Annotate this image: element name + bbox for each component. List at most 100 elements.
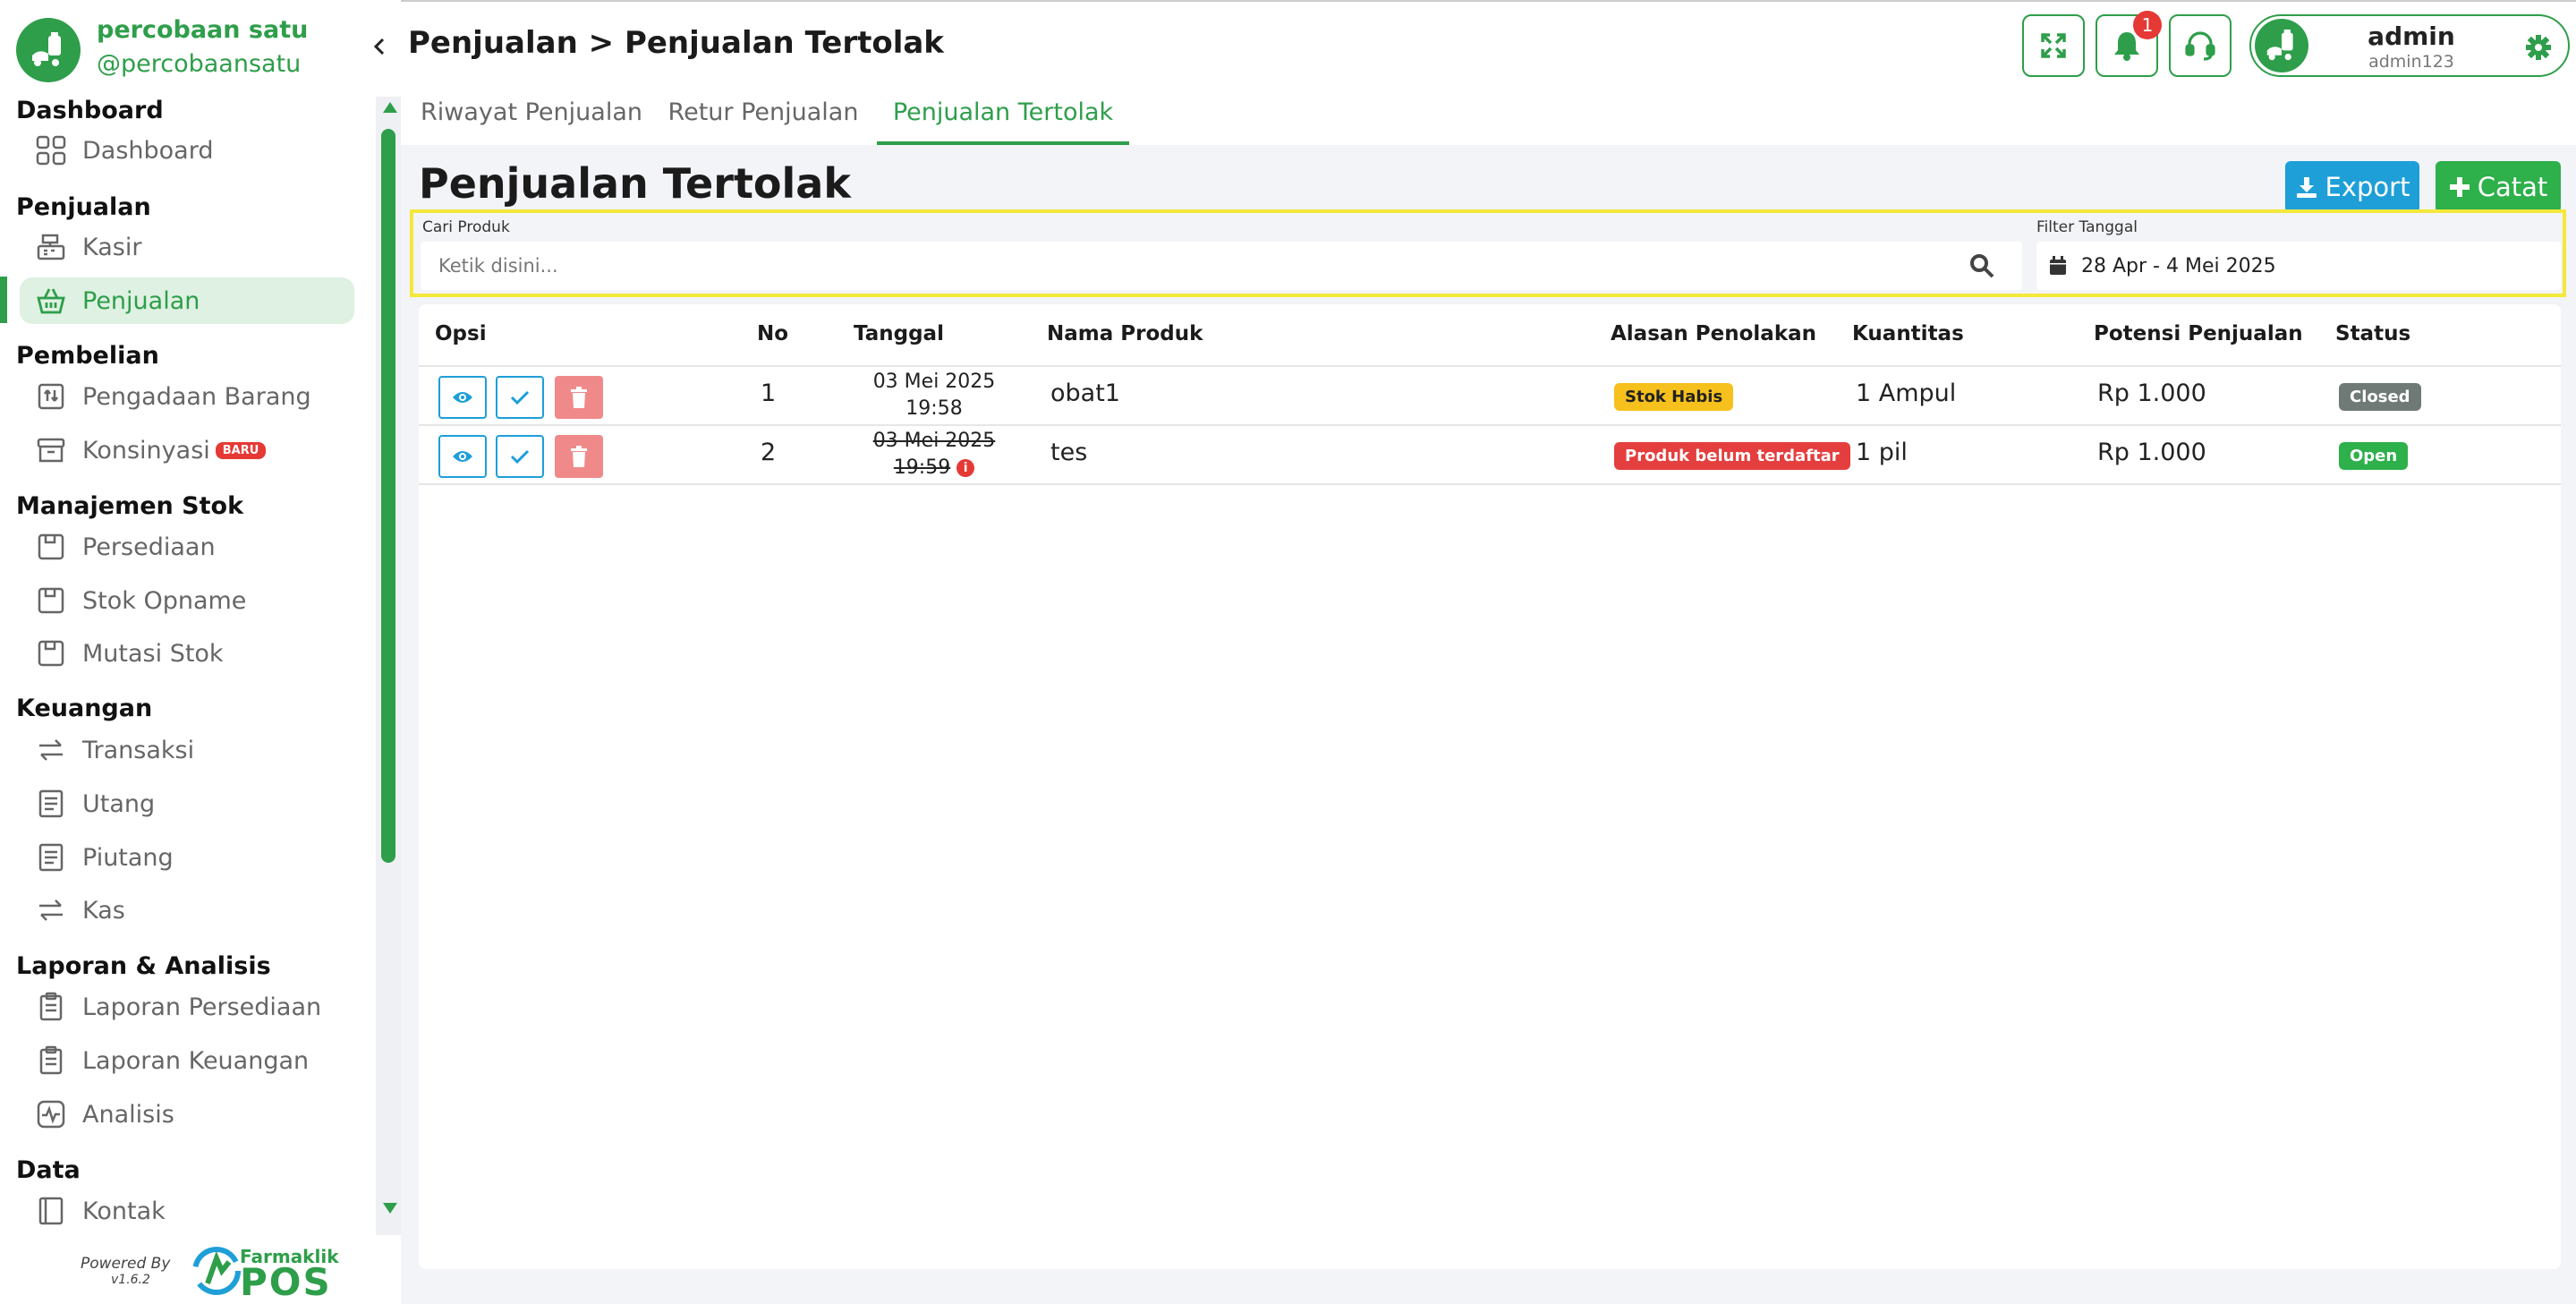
active-indicator [0, 277, 7, 323]
section-penjualan: Penjualan [16, 193, 151, 221]
sidebar-item-label: Laporan Persediaan [82, 993, 322, 1021]
cell-time: 19:58 [905, 397, 963, 420]
cell-tanggal: 03 Mei 2025 19:59 i [845, 428, 1024, 482]
search-label: Cari Produk [422, 218, 510, 236]
date-range-value: 28 Apr - 4 Mei 2025 [2081, 254, 2276, 277]
search-input[interactable] [421, 242, 1942, 290]
scrollbar-thumb[interactable] [381, 129, 395, 863]
column-header-nama-produk: Nama Produk [1047, 322, 1203, 345]
scroll-down-icon[interactable] [383, 1203, 397, 1214]
profile-name: admin [2368, 21, 2455, 51]
sidebar-item-label: Piutang [82, 843, 174, 872]
sidebar-item-kasir[interactable]: Kasir [20, 224, 354, 270]
sidebar-item-kas[interactable]: Kas [20, 887, 354, 933]
scroll-up-icon[interactable] [383, 102, 397, 113]
sidebar-item-label: Kontak [82, 1197, 166, 1225]
approve-button[interactable] [496, 376, 544, 419]
gear-icon[interactable] [2525, 34, 2552, 61]
approve-button[interactable] [496, 435, 544, 478]
section-keuangan: Keuangan [16, 695, 153, 722]
tab-penjualan-tertolak[interactable]: Penjualan Tertolak [877, 98, 1129, 145]
cell-nama-produk: obat1 [1050, 379, 1120, 407]
column-header-status: Status [2335, 322, 2411, 345]
reason-badge: Produk belum terdaftar [1614, 442, 1850, 470]
download-icon [2296, 177, 2317, 198]
date-range-picker[interactable]: 28 Apr - 4 Mei 2025 [2036, 242, 2561, 290]
cell-time: 19:59 [893, 456, 951, 479]
column-header-alasan: Alasan Penolakan [1611, 322, 1817, 345]
delete-button[interactable] [555, 435, 603, 478]
cell-tanggal: 03 Mei 2025 19:58 [845, 369, 1024, 422]
expand-icon [2041, 33, 2066, 58]
activity-icon [34, 1097, 68, 1131]
export-button[interactable]: Export [2285, 161, 2419, 213]
sidebar-item-utang[interactable]: Utang [20, 780, 354, 827]
sidebar-item-laporan-persediaan[interactable]: Laporan Persediaan [20, 984, 354, 1030]
profile-menu[interactable]: admin admin123 [2249, 14, 2570, 77]
eye-icon [453, 451, 472, 462]
cell-kuantitas: 1 Ampul [1856, 379, 1957, 407]
new-badge: BARU [215, 441, 267, 459]
sidebar-item-penjualan[interactable]: Penjualan [20, 277, 354, 324]
sidebar-item-stok-opname[interactable]: Stok Opname [20, 577, 354, 624]
version-label: v1.6.2 [111, 1273, 150, 1287]
reason-badge: Stok Habis [1614, 383, 1734, 411]
contact-book-icon [34, 1194, 68, 1228]
view-button[interactable] [438, 376, 487, 419]
sidebar-item-dashboard[interactable]: Dashboard [20, 127, 354, 174]
export-label: Export [2325, 172, 2410, 202]
sidebar-item-label: Transaksi [82, 736, 195, 764]
filter-panel: Cari Produk Filter Tanggal 28 Apr - 4 Me… [410, 209, 2566, 297]
catat-button[interactable]: Catat [2436, 161, 2561, 213]
notification-count-badge: 1 [2133, 11, 2162, 39]
cell-kuantitas: 1 pil [1856, 439, 1908, 466]
section-data: Data [16, 1156, 81, 1184]
floppy-icon [34, 530, 68, 564]
tab-riwayat-penjualan[interactable]: Riwayat Penjualan [421, 98, 642, 145]
sidebar-item-mutasi-stok[interactable]: Mutasi Stok [20, 630, 354, 677]
sidebar-item-transaksi[interactable]: Transaksi [20, 727, 354, 773]
header: Penjualan > Penjualan Tertolak 1 admin a… [401, 2, 2576, 86]
support-button[interactable] [2169, 14, 2232, 77]
sidebar-item-label: Utang [82, 789, 156, 818]
sidebar-item-label: Konsinyasi [82, 436, 210, 464]
sidebar-item-label: Stok Opname [82, 586, 247, 615]
eye-icon [453, 392, 472, 403]
search-field [421, 242, 2022, 290]
view-button[interactable] [438, 435, 487, 478]
sidebar-item-label: Penjualan [82, 286, 200, 315]
cell-potensi: Rp 1.000 [2097, 379, 2206, 407]
delete-button[interactable] [555, 376, 603, 419]
section-dashboard: Dashboard [16, 97, 164, 124]
divider [419, 483, 2561, 485]
farmaklik-product: POS [240, 1260, 332, 1304]
section-pembelian: Pembelian [16, 342, 159, 370]
sidebar-item-persediaan[interactable]: Persediaan [20, 524, 354, 570]
sidebar-item-piutang[interactable]: Piutang [20, 834, 354, 881]
notifications-button[interactable]: 1 [2096, 11, 2162, 77]
cell-potensi: Rp 1.000 [2097, 439, 2206, 466]
collapse-sidebar-button[interactable] [367, 34, 392, 59]
info-icon[interactable]: i [956, 459, 975, 477]
section-laporan: Laporan & Analisis [16, 952, 271, 980]
search-icon[interactable] [1968, 252, 1995, 279]
grid-icon [34, 133, 68, 167]
fullscreen-button[interactable] [2022, 14, 2085, 77]
sidebar: percobaan satu @percobaansatu Dashboard … [0, 0, 401, 1304]
clipboard-icon [34, 1044, 68, 1078]
sidebar-item-label: Pengadaan Barang [82, 382, 311, 411]
sidebar-scrollbar[interactable] [376, 97, 401, 1235]
brand-logo-icon [16, 18, 81, 82]
sidebar-item-label: Laporan Keuangan [82, 1046, 310, 1075]
sidebar-item-analisis[interactable]: Analisis [20, 1091, 354, 1138]
sidebar-item-laporan-keuangan[interactable]: Laporan Keuangan [20, 1037, 354, 1084]
profile-username: admin123 [2368, 52, 2454, 72]
headset-icon [2185, 31, 2215, 61]
tab-retur-penjualan[interactable]: Retur Penjualan [668, 98, 859, 145]
sidebar-item-pengadaan[interactable]: Pengadaan Barang [20, 373, 354, 420]
sidebar-item-konsinyasi[interactable]: Konsinyasi BARU [20, 427, 354, 473]
sidebar-item-kontak[interactable]: Kontak [20, 1188, 354, 1234]
trash-icon [571, 387, 587, 408]
brand-name: percobaan satu [97, 16, 309, 44]
exchange-icon [34, 733, 68, 767]
